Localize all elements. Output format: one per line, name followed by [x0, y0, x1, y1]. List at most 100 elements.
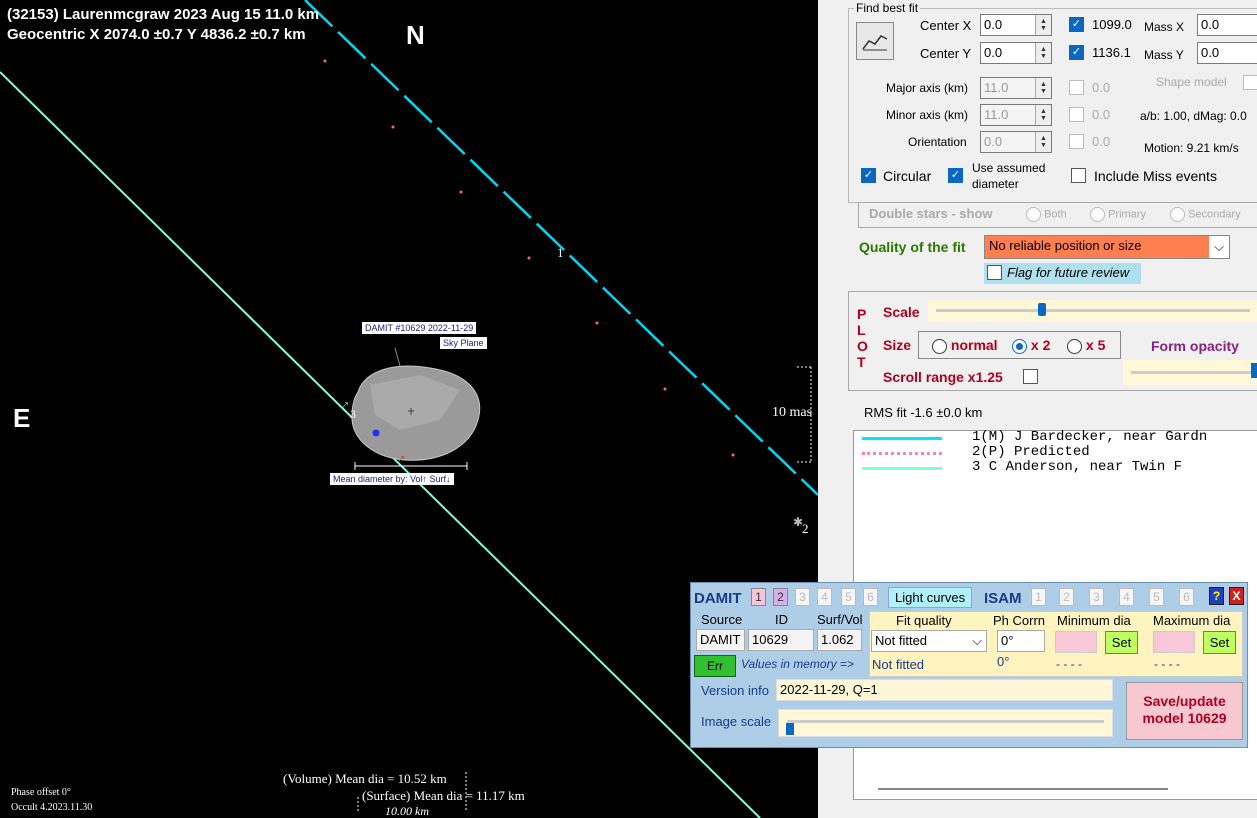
ph-corrn-field[interactable]: 0° [997, 630, 1045, 652]
minor-fit-value: 0.0 [1092, 107, 1111, 122]
scale-label: Scale [883, 304, 920, 320]
radio-icon[interactable] [1026, 207, 1041, 222]
scale-slider[interactable] [928, 300, 1257, 322]
radio-icon[interactable] [1090, 207, 1105, 222]
isam-model-4[interactable]: 4 [1119, 588, 1134, 606]
image-scale-slider[interactable] [778, 709, 1113, 737]
flag-review[interactable]: Flag for future review [984, 263, 1141, 284]
chevron-down-icon[interactable]: ⌵ [972, 633, 982, 649]
spin-arrows-icon[interactable]: ▲ ▼ [1035, 15, 1051, 35]
radio-icon[interactable] [1170, 207, 1185, 222]
primary-option[interactable]: Primary [1090, 207, 1146, 222]
damit-model-4[interactable]: 4 [817, 588, 832, 606]
diameter-label: diameter [972, 177, 1019, 191]
help-icon[interactable]: ? [1209, 587, 1224, 605]
spin-arrows-icon[interactable]: ▲ ▼ [1035, 43, 1051, 63]
image-scale-thumb[interactable] [786, 723, 794, 735]
chord-2-label: 2 [802, 521, 809, 536]
size-normal[interactable]: normal [932, 337, 998, 354]
circular-checkbox[interactable]: ✓ [861, 168, 876, 183]
center-y-value[interactable]: 0.0 [981, 43, 1035, 63]
fit-center-y-checkbox[interactable]: ✓ [1069, 45, 1084, 60]
damit-model-1[interactable]: 1 [751, 588, 766, 606]
form-opacity-label: Form opacity [1151, 338, 1239, 354]
mass-y-value[interactable]: 0.0 [1198, 43, 1257, 63]
secondary-label: Secondary [1188, 208, 1241, 221]
chevron-down-icon[interactable]: ⌵ [1209, 236, 1229, 258]
radio-icon[interactable] [932, 338, 947, 354]
cy-value: 1136.1 [1092, 45, 1131, 60]
max-dia-field[interactable] [1153, 631, 1195, 653]
damit-title: DAMIT [694, 590, 742, 607]
mass-y-label: Mass Y [1144, 48, 1184, 62]
scroll-range-label: Scroll range x1.25 [883, 369, 1003, 385]
quality-value: No reliable position or size [989, 238, 1142, 253]
spin-arrows-icon[interactable]: ▲ ▼ [1035, 78, 1051, 98]
isam-model-6[interactable]: 6 [1179, 588, 1194, 606]
scale-slider-thumb[interactable] [1038, 303, 1046, 316]
scroll-range-checkbox[interactable] [1023, 369, 1038, 384]
mass-y-spinner[interactable]: 0.0 [1197, 42, 1257, 64]
close-icon[interactable]: X [1229, 587, 1244, 605]
opacity-slider-thumb[interactable] [1251, 363, 1257, 378]
center-y-label: Center Y [920, 46, 972, 61]
orientation-value[interactable]: 0.0 [981, 132, 1035, 152]
chord-1-label: 1 [557, 245, 564, 260]
save-update-button[interactable]: Save/update model 10629 [1126, 682, 1243, 740]
spin-arrows-icon[interactable]: ▲ ▼ [1035, 105, 1051, 125]
damit-model-5[interactable]: 5 [841, 588, 856, 606]
damit-model-6[interactable]: 6 [863, 588, 878, 606]
isam-model-1[interactable]: 1 [1031, 588, 1046, 606]
mass-x-value[interactable]: 0.0 [1198, 15, 1257, 35]
orientation-spinner[interactable]: 0.0 ▲ ▼ [980, 131, 1052, 153]
use-assumed-checkbox[interactable]: ✓ [948, 168, 963, 183]
minor-axis-value[interactable]: 11.0 [981, 105, 1035, 125]
volume-diameter: (Volume) Mean dia = 10.52 km [283, 771, 447, 786]
major-axis-value[interactable]: 11.0 [981, 78, 1035, 98]
isam-model-3[interactable]: 3 [1089, 588, 1104, 606]
damit-model-2[interactable]: 2 [773, 588, 788, 606]
secondary-option[interactable]: Secondary [1170, 207, 1241, 222]
phase-offset: Phase offset 0° [11, 787, 71, 798]
shape-model-checkbox[interactable] [1243, 75, 1257, 90]
size-x5[interactable]: x 5 [1067, 337, 1105, 354]
both-option[interactable]: Both [1026, 207, 1067, 222]
min-dia-field[interactable] [1055, 631, 1097, 653]
err-button[interactable]: Err [694, 655, 736, 677]
max-dia-memory: - - - - [1154, 657, 1180, 671]
radio-selected-icon[interactable] [1012, 338, 1027, 354]
flag-checkbox[interactable] [987, 265, 1002, 280]
include-miss-checkbox[interactable] [1071, 168, 1086, 183]
find-best-fit-button[interactable] [856, 22, 894, 60]
opacity-slider[interactable] [1123, 360, 1257, 386]
fit-orientation-checkbox[interactable] [1069, 134, 1084, 149]
isam-model-2[interactable]: 2 [1059, 588, 1074, 606]
fit-center-x-checkbox[interactable]: ✓ [1069, 17, 1084, 32]
legend-text: 1(M) J Bardecker, near Gardn [972, 429, 1208, 445]
center-x-value[interactable]: 0.0 [981, 15, 1035, 35]
mean-diameter-label: Mean diameter by: Vol↑ Surf↓ [330, 473, 454, 485]
fit-minor-checkbox[interactable] [1069, 107, 1084, 122]
damit-model-3[interactable]: 3 [795, 588, 810, 606]
flag-label: Flag for future review [1007, 265, 1130, 280]
radio-icon[interactable] [1067, 338, 1082, 354]
set-max-button[interactable]: Set [1203, 631, 1236, 654]
quality-select[interactable]: No reliable position or size ⌵ [984, 235, 1230, 259]
spin-arrows-icon[interactable]: ▲ ▼ [1035, 132, 1051, 152]
use-assumed-label: Use assumed [972, 161, 1046, 175]
fit-quality-select[interactable]: Not fitted ⌵ [871, 630, 987, 652]
geocentric-coords: Geocentric X 2074.0 ±0.7 Y 4836.2 ±0.7 k… [7, 26, 306, 43]
light-curves-button[interactable]: Light curves [888, 587, 973, 608]
damit-panel: DAMIT 1 2 3 4 5 6 Light curves ISAM 1 2 … [690, 582, 1248, 748]
minor-axis-spinner[interactable]: 11.0 ▲ ▼ [980, 104, 1052, 126]
isam-model-5[interactable]: 5 [1149, 588, 1164, 606]
center-x-spinner[interactable]: 0.0 ▲ ▼ [980, 14, 1052, 36]
set-min-button[interactable]: Set [1105, 631, 1138, 654]
major-axis-spinner[interactable]: 11.0 ▲ ▼ [980, 77, 1052, 99]
event-title: (32153) Laurenmcgraw 2023 Aug 15 11.0 km [7, 6, 320, 23]
center-y-spinner[interactable]: 0.0 ▲ ▼ [980, 42, 1052, 64]
fit-major-checkbox[interactable] [1069, 80, 1084, 95]
orientation-fit-value: 0.0 [1092, 134, 1111, 149]
mass-x-spinner[interactable]: 0.0 [1197, 14, 1257, 36]
size-x2[interactable]: x 2 [1012, 337, 1050, 354]
